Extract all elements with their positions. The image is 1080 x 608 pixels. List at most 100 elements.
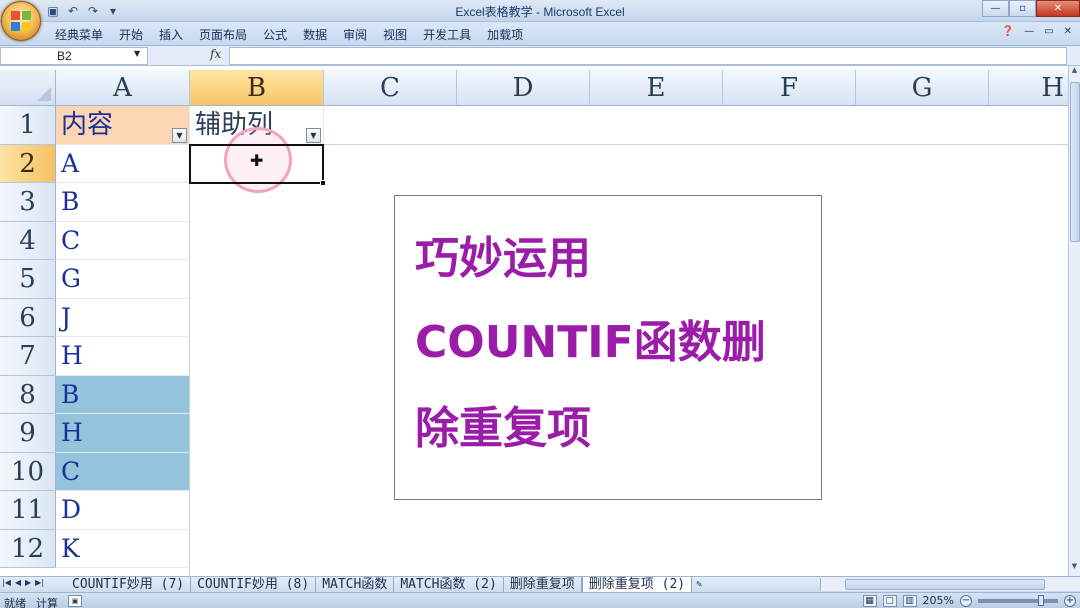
menu-addins[interactable]: 加载项	[487, 26, 523, 43]
zoom-out-icon[interactable]: −	[960, 594, 972, 607]
menu-view[interactable]: 视图	[383, 26, 407, 43]
vertical-scroll-thumb[interactable]	[1070, 82, 1080, 242]
status-calc: 计算	[36, 597, 58, 608]
minimize-button[interactable]: —	[982, 0, 1009, 17]
row-header-3[interactable]: 3	[0, 183, 56, 222]
ribbon-restore-icon[interactable]: ▭	[1044, 26, 1053, 37]
scroll-up-icon[interactable]: ▲	[1069, 66, 1080, 78]
cell-a9[interactable]: H	[56, 414, 190, 453]
maximize-button[interactable]: ▫	[1009, 0, 1036, 17]
zoom-slider[interactable]	[978, 594, 1058, 606]
cell-a5[interactable]: G	[56, 260, 190, 299]
column-header-c[interactable]: C	[324, 70, 457, 106]
row-header-10[interactable]: 10	[0, 452, 56, 491]
column-divider	[189, 144, 190, 576]
textbox-line-1: 巧妙运用	[415, 233, 591, 284]
prev-sheet-icon[interactable]: ◀	[15, 578, 21, 587]
column-header-a[interactable]: A	[56, 70, 190, 106]
horizontal-scroll-thumb[interactable]	[845, 579, 1045, 590]
row-header-12[interactable]: 12	[0, 529, 56, 568]
row-header-9[interactable]: 9	[0, 414, 56, 453]
row-header-5[interactable]: 5	[0, 260, 56, 299]
vertical-scrollbar[interactable]: ▲ ▼	[1068, 66, 1080, 576]
filter-dropdown-icon[interactable]: ▼	[306, 128, 321, 143]
filter-dropdown-icon[interactable]: ▼	[172, 128, 187, 143]
insert-sheet-icon[interactable]: ✎	[692, 577, 706, 592]
cell-a11[interactable]: D	[56, 491, 190, 530]
sheet-tab[interactable]: COUNTIF妙用 (7)	[66, 577, 192, 592]
cell-a4[interactable]: C	[56, 221, 190, 260]
formula-bar: B2 ▼ fx	[0, 46, 1080, 66]
status-bar: 就绪 计算 ▣ ▦ ▢ ▥ 205% − +	[0, 592, 1080, 608]
window-title: Excel表格教学 - Microsoft Excel	[455, 5, 625, 19]
menu-insert[interactable]: 插入	[159, 26, 183, 43]
office-logo-icon	[11, 11, 33, 33]
worksheet-grid[interactable]: A B C D E F G H 1 2 3 4 5 6 7 8 9 10 11 …	[0, 66, 1068, 576]
row-header-2[interactable]: 2	[0, 144, 56, 183]
menu-developer[interactable]: 开发工具	[423, 26, 471, 43]
row-header-8[interactable]: 8	[0, 375, 56, 414]
row-header-6[interactable]: 6	[0, 298, 56, 337]
page-break-view-icon[interactable]: ▥	[902, 594, 917, 607]
column-header-d[interactable]: D	[457, 70, 590, 106]
name-box[interactable]: B2	[0, 47, 148, 65]
cell-a7[interactable]: H	[56, 337, 190, 376]
formula-input[interactable]	[229, 47, 1067, 65]
sheet-tab-active[interactable]: 删除重复项 (2)	[581, 577, 693, 592]
macro-record-icon[interactable]: ▣	[68, 595, 82, 607]
zoom-level[interactable]: 205%	[923, 594, 954, 607]
tab-navigation: |◀ ◀ ▶ ▶|	[2, 578, 44, 587]
first-sheet-icon[interactable]: |◀	[2, 578, 11, 587]
office-button[interactable]	[1, 1, 41, 41]
cell-a3[interactable]: B	[56, 183, 190, 222]
column-header-h[interactable]: H	[989, 70, 1068, 106]
row-header-11[interactable]: 11	[0, 491, 56, 530]
ribbon-minimize-icon[interactable]: —	[1024, 26, 1034, 37]
menu-data[interactable]: 数据	[303, 26, 327, 43]
select-all-button[interactable]	[0, 70, 56, 106]
row-header-4[interactable]: 4	[0, 221, 56, 260]
menu-page-layout[interactable]: 页面布局	[199, 26, 247, 43]
cell-a6[interactable]: J	[56, 298, 190, 337]
menu-home[interactable]: 开始	[119, 26, 143, 43]
next-sheet-icon[interactable]: ▶	[25, 578, 31, 587]
menu-classic[interactable]: 经典菜单	[55, 26, 103, 43]
chevron-down-icon[interactable]: ▼	[134, 49, 140, 58]
help-icon[interactable]: ❓	[1002, 26, 1014, 37]
normal-view-icon[interactable]: ▦	[862, 594, 877, 607]
sheet-tab[interactable]: MATCH函数	[316, 577, 395, 592]
cell-a8[interactable]: B	[56, 375, 190, 414]
fill-handle[interactable]	[320, 180, 326, 186]
cell-a2[interactable]: A	[56, 144, 190, 183]
title-bar: ▣ ↶ ↷ ▾ Excel表格教学 - Microsoft Excel — ▫ …	[0, 0, 1080, 22]
scroll-down-icon[interactable]: ▼	[1069, 562, 1080, 574]
column-header-e[interactable]: E	[590, 70, 723, 106]
zoom-in-icon[interactable]: +	[1064, 594, 1076, 607]
sheet-tab-bar: |◀ ◀ ▶ ▶| COUNTIF妙用 (7) COUNTIF妙用 (8) MA…	[0, 576, 1080, 592]
horizontal-scrollbar[interactable]	[820, 578, 1080, 591]
row-header-1[interactable]: 1	[0, 106, 56, 145]
column-header-b[interactable]: B	[190, 70, 324, 106]
textbox-line-3: 除重复项	[415, 403, 591, 454]
insert-function-icon[interactable]: fx	[210, 47, 221, 61]
sheet-tab[interactable]: MATCH函数 (2)	[394, 577, 504, 592]
menu-review[interactable]: 审阅	[343, 26, 367, 43]
menu-bar: 经典菜单 开始 插入 页面布局 公式 数据 审阅 视图 开发工具 加载项 ❓ —…	[0, 22, 1080, 46]
cross-cursor-icon: ✚	[250, 151, 264, 170]
cell-a1[interactable]: 内容	[56, 106, 190, 145]
cell-a10[interactable]: C	[56, 452, 190, 491]
row-header-7[interactable]: 7	[0, 337, 56, 376]
column-header-g[interactable]: G	[856, 70, 989, 106]
page-layout-view-icon[interactable]: ▢	[882, 594, 897, 607]
cell-a12[interactable]: K	[56, 529, 190, 568]
sheet-tab[interactable]: COUNTIF妙用 (8)	[191, 577, 317, 592]
workbook-close-icon[interactable]: ✕	[1064, 26, 1072, 37]
status-mode: 就绪	[4, 597, 26, 608]
textbox-line-2: COUNTIF函数删	[415, 317, 766, 368]
title-textbox[interactable]: 巧妙运用 COUNTIF函数删 除重复项	[394, 195, 822, 500]
column-header-f[interactable]: F	[723, 70, 856, 106]
close-button[interactable]: ✕	[1036, 0, 1080, 17]
last-sheet-icon[interactable]: ▶|	[35, 578, 44, 587]
sheet-tab[interactable]: 删除重复项	[504, 577, 582, 592]
menu-formulas[interactable]: 公式	[263, 26, 287, 43]
